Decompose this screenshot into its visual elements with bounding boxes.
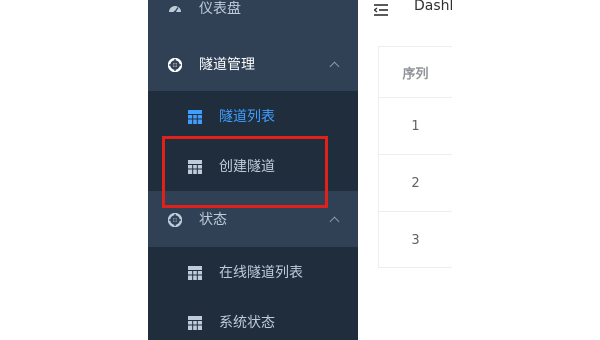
sidebar-item-tunnel-list[interactable]: 隧道列表 <box>148 91 358 141</box>
app-root: 仪表盘 隧道管理 隧道列表 创建隧道 状态 在线隧道列表 系统状态 Dash 序… <box>0 0 600 340</box>
table-icon <box>188 315 202 330</box>
table-row: 1 <box>379 98 452 155</box>
sidebar-item-label: 系统状态 <box>219 315 275 331</box>
table-header-cell: 序列 <box>379 47 452 98</box>
navbar: Dashboard <box>358 0 452 28</box>
sidebar-item-tunnel-management[interactable]: 隧道管理 <box>148 36 358 92</box>
sidebar-item-label: 隧道管理 <box>199 57 255 73</box>
sidebar: 仪表盘 隧道管理 隧道列表 创建隧道 状态 在线隧道列表 系统状态 <box>148 0 358 340</box>
sidebar-item-label: 隧道列表 <box>219 109 275 125</box>
table-row: 2 <box>379 155 452 212</box>
table-icon <box>188 265 202 280</box>
hamburger-icon[interactable] <box>373 1 392 16</box>
sidebar-item-label: 状态 <box>199 212 227 228</box>
lifebuoy-icon <box>167 212 183 228</box>
chevron-up-icon <box>329 61 340 72</box>
sidebar-item-dashboard[interactable]: 仪表盘 <box>148 0 358 36</box>
blank-area <box>452 0 600 340</box>
sidebar-item-system-status[interactable]: 系统状态 <box>148 297 358 340</box>
sidebar-item-status[interactable]: 状态 <box>148 191 358 247</box>
sidebar-item-label: 仪表盘 <box>199 1 241 17</box>
table-icon <box>188 109 202 124</box>
sidebar-item-create-tunnel[interactable]: 创建隧道 <box>148 141 358 191</box>
breadcrumb[interactable]: Dashboard <box>414 0 452 14</box>
table-row: 3 <box>411 232 420 248</box>
sidebar-item-online-tunnel-list[interactable]: 在线隧道列表 <box>148 247 358 297</box>
sidebar-item-label: 创建隧道 <box>219 159 275 175</box>
dashboard-icon <box>168 1 182 15</box>
chevron-up-icon <box>329 216 340 227</box>
lifebuoy-icon <box>167 57 183 73</box>
table-icon <box>188 159 202 174</box>
tunnel-table: 序列 1 2 3 <box>378 46 452 268</box>
sidebar-item-label: 在线隧道列表 <box>219 265 303 281</box>
